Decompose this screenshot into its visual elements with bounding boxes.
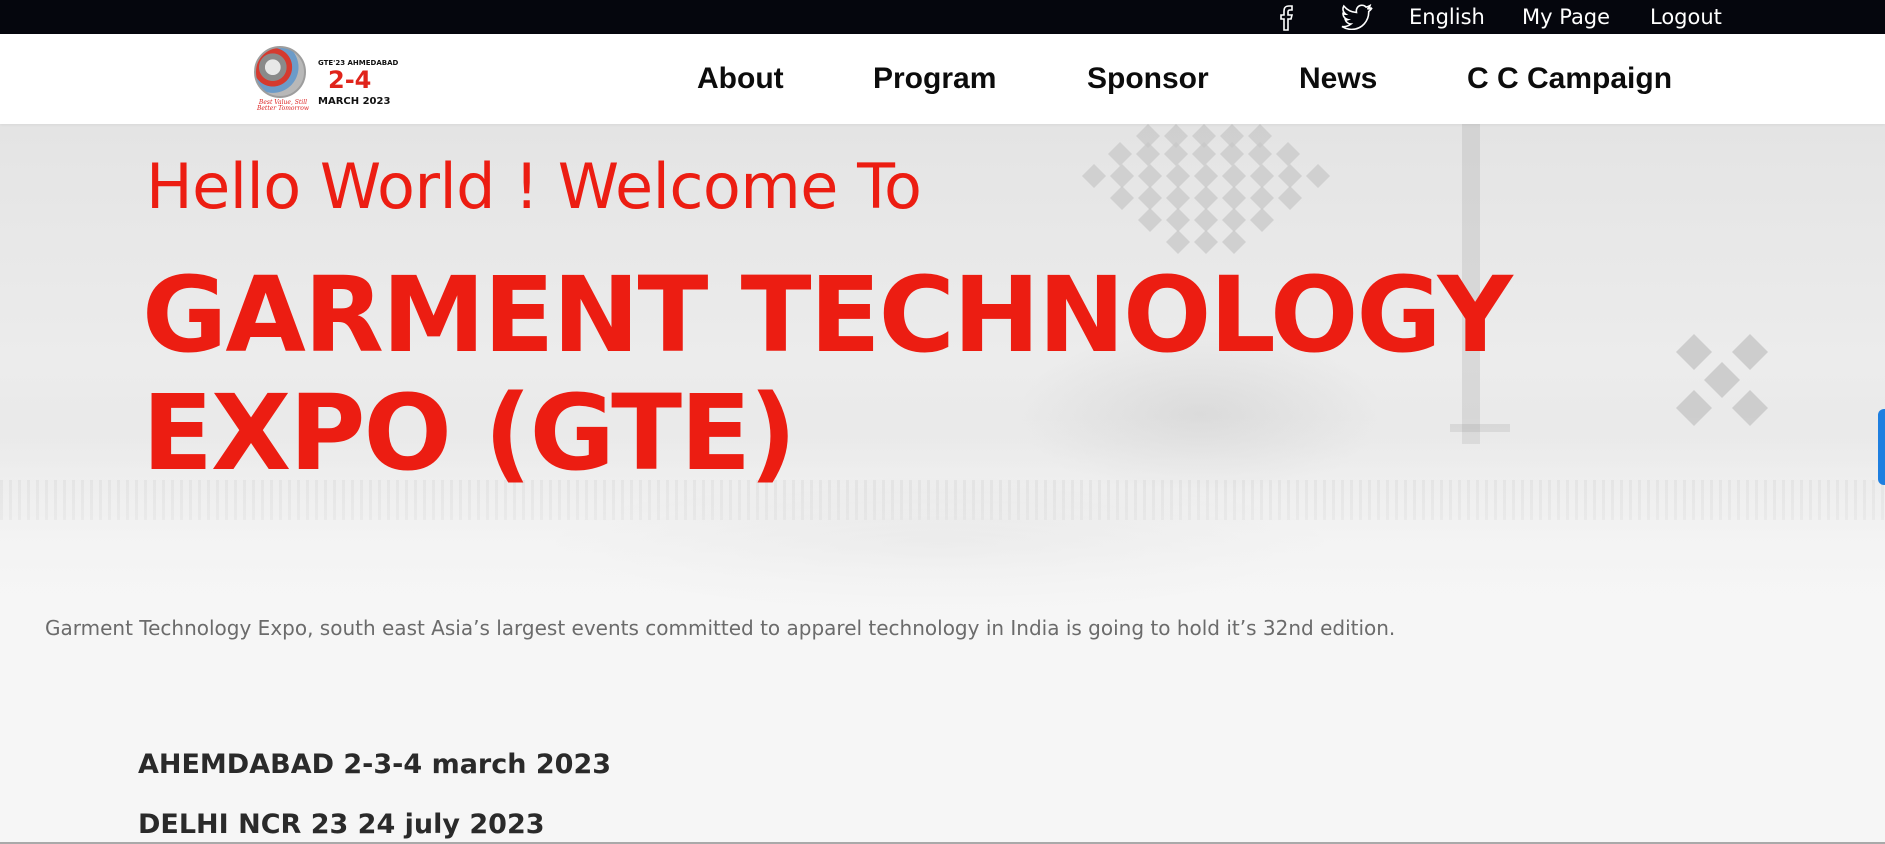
hero-title: GARMENT TECHNOLOGY EXPO (GTE) bbox=[142, 254, 1513, 494]
nav-about[interactable]: About bbox=[697, 34, 784, 124]
logo-globe-emblem bbox=[254, 46, 306, 98]
nav-news[interactable]: News bbox=[1299, 34, 1377, 124]
event-delhi-ncr: DELHI NCR 23 24 july 2023 bbox=[138, 809, 545, 840]
logout-link[interactable]: Logout bbox=[1650, 0, 1722, 34]
nav-sponsor[interactable]: Sponsor bbox=[1087, 34, 1209, 124]
logo-month: MARCH 2023 bbox=[318, 96, 391, 107]
language-selector[interactable]: English bbox=[1409, 0, 1485, 34]
intro-text: Garment Technology Expo, south east Asia… bbox=[45, 616, 1396, 640]
hero-banner: Hello World ! Welcome To GARMENT TECHNOL… bbox=[0, 124, 1885, 654]
hero-greeting: Hello World ! Welcome To bbox=[146, 150, 922, 223]
logo-dates: 2-4 bbox=[328, 66, 372, 94]
event-list: AHEMDABAD 2-3-4 march 2023 DELHI NCR 23 … bbox=[138, 748, 611, 844]
gte-logo[interactable]: Best Value, Still Better Tomorrow GTE'23… bbox=[250, 42, 398, 114]
twitter-icon[interactable] bbox=[1341, 2, 1375, 32]
nav-program[interactable]: Program bbox=[873, 34, 996, 124]
nav-cc-campaign[interactable]: C C Campaign bbox=[1467, 34, 1672, 124]
main-header: Best Value, Still Better Tomorrow GTE'23… bbox=[0, 34, 1885, 124]
side-feedback-tab[interactable] bbox=[1878, 409, 1885, 485]
event-ahmedabad: AHEMDABAD 2-3-4 march 2023 bbox=[138, 749, 612, 780]
my-page-link[interactable]: My Page bbox=[1522, 0, 1610, 34]
logo-tagline: Best Value, Still Better Tomorrow bbox=[256, 99, 310, 112]
top-utility-bar: English My Page Logout bbox=[0, 0, 1885, 34]
facebook-icon[interactable] bbox=[1276, 2, 1302, 32]
